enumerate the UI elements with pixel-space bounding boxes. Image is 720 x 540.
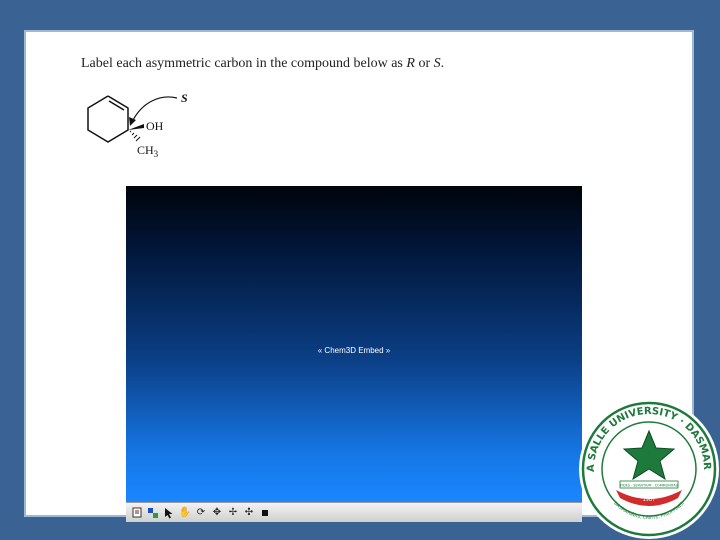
oh-label: OH [146, 119, 164, 133]
university-seal-logo: DE LA SALLE UNIVERSITY · DASMARIÑAS DASM… [578, 398, 719, 539]
stereo-label: S [181, 91, 188, 105]
ch-subscript: 3 [154, 149, 159, 159]
translate-icon[interactable]: ✢ [227, 507, 239, 519]
hand-icon[interactable]: ✋ [179, 507, 191, 519]
arrow-head [129, 117, 136, 126]
option-r: R [406, 56, 415, 71]
ch-text: CH [137, 143, 154, 157]
question-text: Label each asymmetric carbon in the comp… [81, 56, 444, 72]
chem3d-embed-viewport[interactable]: « Chem3D Embed » [126, 186, 582, 502]
embed-label: « Chem3D Embed » [317, 346, 391, 355]
document-icon[interactable] [131, 507, 143, 519]
rotate-icon[interactable]: ⟳ [195, 507, 207, 519]
seal-motto: FIDES · SERVITIUM · COMMUNITAS [620, 484, 678, 488]
question-suffix: . [440, 56, 445, 71]
question-prefix: Label each asymmetric carbon in the comp… [81, 56, 407, 71]
ch3-label: CH3 [137, 143, 159, 159]
seal-year: 1987 [643, 497, 656, 503]
arrow-icon[interactable] [163, 507, 175, 519]
stop-icon[interactable] [259, 507, 271, 519]
zoom-icon[interactable]: ✥ [211, 507, 223, 519]
question-or: or [414, 56, 434, 71]
hash-bond [129, 130, 141, 142]
chem3d-toolbar: ✋ ⟳ ✥ ✢ ✣ [126, 502, 582, 522]
move-icon[interactable]: ✣ [243, 507, 255, 519]
option-s: S [433, 56, 441, 71]
select-icon[interactable] [147, 507, 159, 519]
molecule-structure: S OH CH3 [87, 91, 188, 159]
cyclohexene-ring [87, 95, 129, 143]
